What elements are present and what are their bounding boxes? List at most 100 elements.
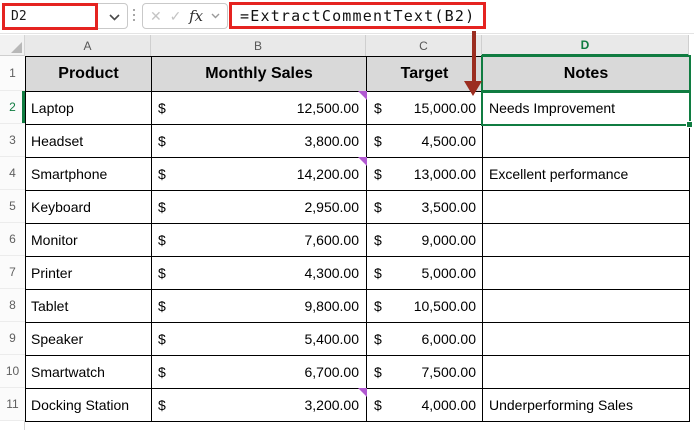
note-text: Underperforming Sales (489, 397, 633, 413)
cell-B8[interactable]: $9,800.00 (151, 289, 367, 323)
product-name: Printer (31, 265, 73, 281)
row-header-4[interactable]: 4 (0, 157, 25, 190)
currency-symbol: $ (158, 199, 166, 215)
currency-symbol: $ (374, 364, 382, 380)
column-header-B[interactable]: B (151, 35, 366, 56)
currency-symbol: $ (374, 397, 382, 413)
name-box-dropdown-icon[interactable] (109, 14, 120, 21)
row-header-9[interactable]: 9 (0, 322, 25, 355)
cell-D7[interactable] (482, 256, 690, 290)
row-header-11[interactable]: 11 (0, 388, 25, 421)
fx-dropdown-icon[interactable] (211, 13, 220, 19)
excel-window: D2 ✕ ✓ fx =ExtractCommentText(B2) ABCD 1… (0, 0, 694, 430)
row-header-label: 7 (9, 265, 16, 279)
cell-B1[interactable]: Monthly Sales (151, 56, 367, 92)
target-value: 13,000.00 (413, 166, 476, 182)
row-header-8[interactable]: 8 (0, 289, 25, 322)
name-box[interactable]: D2 (2, 3, 98, 30)
formula-input[interactable]: =ExtractCommentText(B2) (229, 2, 487, 29)
cell-C6[interactable]: $9,000.00 (366, 223, 483, 257)
currency-symbol: $ (158, 265, 166, 281)
fill-handle[interactable] (686, 121, 693, 128)
cell-C10[interactable]: $7,500.00 (366, 355, 483, 389)
target-value: 4,000.00 (421, 397, 477, 413)
cell-A10[interactable]: Smartwatch (25, 355, 152, 389)
sales-value: 6,700.00 (304, 364, 360, 380)
cell-A8[interactable]: Tablet (25, 289, 152, 323)
table-row: Smartwatch $6,700.00 $7,500.00 (25, 355, 690, 389)
cell-C8[interactable]: $10,500.00 (366, 289, 483, 323)
cell-D2[interactable]: Needs Improvement (481, 90, 693, 128)
cell-A4[interactable]: Smartphone (25, 157, 152, 191)
cell-A5[interactable]: Keyboard (25, 190, 152, 224)
cell-B3[interactable]: $3,800.00 (151, 124, 367, 158)
cell-C7[interactable]: $5,000.00 (366, 256, 483, 290)
cell-B6[interactable]: $7,600.00 (151, 223, 367, 257)
select-all-button[interactable] (0, 35, 25, 56)
product-name: Tablet (31, 298, 69, 314)
cell-A6[interactable]: Monitor (25, 223, 152, 257)
cell-D8[interactable] (482, 289, 690, 323)
cell-D5[interactable] (482, 190, 690, 224)
name-box-control[interactable]: D2 (2, 3, 128, 30)
currency-symbol: $ (374, 331, 382, 347)
cell-D1[interactable]: Notes (481, 55, 691, 93)
cell-D11[interactable]: Underperforming Sales (482, 388, 690, 422)
row-header-7[interactable]: 7 (0, 256, 25, 289)
cell-A3[interactable]: Headset (25, 124, 152, 158)
cell-D9[interactable] (482, 322, 690, 356)
row-header-label: 1 (9, 66, 16, 80)
row-header-label: 6 (9, 232, 16, 246)
insert-function-icon[interactable]: fx (189, 7, 203, 25)
column-header-C[interactable]: C (366, 35, 482, 56)
cell-A2[interactable]: Laptop (25, 91, 152, 125)
cell-D10[interactable] (482, 355, 690, 389)
product-name: Docking Station (31, 397, 130, 413)
row-header-6[interactable]: 6 (0, 223, 25, 256)
column-header-D[interactable]: D (482, 35, 689, 56)
target-value: 10,500.00 (413, 298, 476, 314)
currency-symbol: $ (158, 364, 166, 380)
cell-B10[interactable]: $6,700.00 (151, 355, 367, 389)
target-value: 5,000.00 (421, 265, 477, 281)
cell-D4[interactable]: Excellent performance (482, 157, 690, 191)
cell-B9[interactable]: $5,400.00 (151, 322, 367, 356)
product-name: Headset (31, 133, 84, 149)
row-header-5[interactable]: 5 (0, 190, 25, 223)
cell-D3[interactable] (482, 124, 690, 158)
table-row: Keyboard $2,950.00 $3,500.00 (25, 190, 690, 224)
sales-value: 9,800.00 (304, 298, 360, 314)
target-value: 7,500.00 (421, 364, 477, 380)
target-value: 4,500.00 (421, 133, 477, 149)
cell-C9[interactable]: $6,000.00 (366, 322, 483, 356)
cell-A11[interactable]: Docking Station (25, 388, 152, 422)
column-header-A[interactable]: A (25, 35, 151, 56)
cell-B5[interactable]: $2,950.00 (151, 190, 367, 224)
enter-icon[interactable]: ✓ (170, 9, 182, 23)
cell-C11[interactable]: $4,000.00 (366, 388, 483, 422)
cell-B4[interactable]: $14,200.00 (151, 157, 367, 191)
header-monthly-sales: Monthly Sales (205, 65, 313, 82)
row-header-strip: 1 2 3 4 5 6 7 8 9 10 11 (0, 56, 25, 421)
cell-A9[interactable]: Speaker (25, 322, 152, 356)
cancel-icon[interactable]: ✕ (150, 9, 162, 23)
row-header-3[interactable]: 3 (0, 124, 25, 157)
cell-C3[interactable]: $4,500.00 (366, 124, 483, 158)
row-header-2[interactable]: 2 (0, 91, 25, 124)
cell-B2[interactable]: $12,500.00 (151, 91, 367, 125)
cell-A7[interactable]: Printer (25, 256, 152, 290)
currency-symbol: $ (158, 166, 166, 182)
currency-symbol: $ (374, 265, 382, 281)
table-header-row: Product Monthly Sales Target Notes (25, 55, 691, 93)
table-row: Docking Station $3,200.00 $4,000.00 Underpe… (25, 388, 690, 422)
cell-C4[interactable]: $13,000.00 (366, 157, 483, 191)
cell-B7[interactable]: $4,300.00 (151, 256, 367, 290)
cell-D6[interactable] (482, 223, 690, 257)
cell-C5[interactable]: $3,500.00 (366, 190, 483, 224)
row-header-10[interactable]: 10 (0, 355, 25, 388)
cell-A1[interactable]: Product (25, 56, 152, 92)
cell-B11[interactable]: $3,200.00 (151, 388, 367, 422)
product-name: Monitor (31, 232, 78, 248)
row-header-1[interactable]: 1 (0, 56, 25, 91)
cell-C2[interactable]: $15,000.00 (366, 91, 483, 125)
